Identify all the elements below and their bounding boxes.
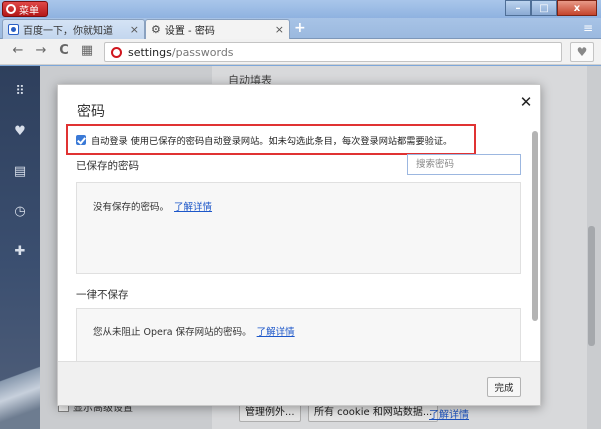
never-empty-text: 您从未阻止 Opera 保存网站的密码。 bbox=[93, 327, 252, 338]
gear-icon: ⚙ bbox=[151, 23, 161, 36]
saved-empty-text: 没有保存的密码。 bbox=[93, 202, 170, 213]
passwords-dialog: 密码 ✕ 自动登录 使用已保存的密码自动登录网站。如未勾选此条目，每次登录网站都… bbox=[57, 84, 541, 406]
window-titlebar: 菜单 – □ x bbox=[0, 0, 601, 18]
new-tab-button[interactable]: + bbox=[294, 20, 306, 36]
tab-settings-passwords[interactable]: ⚙ 设置 - 密码 × bbox=[145, 19, 290, 39]
dialog-scrollbar[interactable] bbox=[532, 131, 538, 321]
bookmark-heart-button[interactable]: ♥ bbox=[570, 42, 594, 62]
url-input[interactable]: settings/passwords bbox=[104, 42, 562, 62]
baidu-favicon-icon bbox=[8, 24, 19, 35]
opera-menu-button[interactable]: 菜单 bbox=[2, 1, 48, 17]
dialog-footer: 完成 bbox=[58, 361, 540, 405]
done-button[interactable]: 完成 bbox=[487, 377, 521, 397]
saved-passwords-list: 没有保存的密码。 了解详情 bbox=[76, 182, 521, 274]
tab-baidu[interactable]: 百度一下，你就知道 × bbox=[2, 19, 145, 39]
never-save-heading: 一律不保存 bbox=[76, 289, 129, 301]
address-bar: ← → C ▦ settings/passwords ♥ bbox=[0, 39, 601, 65]
never-empty-message: 您从未阻止 Opera 保存网站的密码。 了解详情 bbox=[93, 324, 295, 338]
maximize-button[interactable]: □ bbox=[531, 0, 557, 16]
tab-strip: 百度一下，你就知道 × ⚙ 设置 - 密码 × + ≡ bbox=[0, 18, 601, 39]
minimize-button[interactable]: – bbox=[505, 0, 531, 16]
dialog-title: 密码 bbox=[77, 104, 105, 120]
speed-dial-icon[interactable]: ⠿ bbox=[12, 84, 28, 100]
auto-signin-label: 自动登录 使用已保存的密码自动登录网站。如未勾选此条目，每次登录网站都需要验证。 bbox=[91, 136, 453, 147]
history-icon[interactable]: ◷ bbox=[12, 204, 28, 220]
saved-passwords-heading: 已保存的密码 bbox=[76, 160, 139, 172]
back-icon[interactable]: ← bbox=[10, 43, 26, 59]
heart-icon: ♥ bbox=[576, 45, 588, 59]
speed-dial-grid-icon[interactable]: ▦ bbox=[79, 43, 95, 59]
wallpaper-mountain bbox=[0, 339, 40, 429]
saved-learn-more-link[interactable]: 了解详情 bbox=[174, 202, 212, 213]
never-save-list: 您从未阻止 Opera 保存网站的密码。 了解详情 bbox=[76, 308, 521, 368]
window-controls: – □ x bbox=[505, 0, 597, 16]
tab-close-icon[interactable]: × bbox=[275, 23, 284, 36]
close-icon[interactable]: ✕ bbox=[519, 95, 533, 110]
opera-logo-icon bbox=[6, 4, 16, 14]
window-close-button[interactable]: x bbox=[557, 0, 597, 16]
auto-signin-checkbox[interactable] bbox=[76, 135, 86, 145]
sidebar: ⠿ ♥ ▤ ◷ ✚ bbox=[0, 66, 40, 429]
url-path: /passwords bbox=[171, 45, 234, 59]
forward-icon[interactable]: → bbox=[33, 43, 49, 59]
search-passwords-input[interactable] bbox=[407, 154, 521, 175]
tab-close-icon[interactable]: × bbox=[130, 23, 139, 36]
never-learn-more-link[interactable]: 了解详情 bbox=[257, 327, 295, 338]
opera-badge-icon bbox=[111, 46, 122, 58]
tab-title: 设置 - 密码 bbox=[164, 26, 215, 37]
saved-empty-message: 没有保存的密码。 了解详情 bbox=[93, 199, 212, 213]
url-host: settings bbox=[128, 45, 172, 59]
heart-icon[interactable]: ♥ bbox=[12, 124, 28, 140]
tab-title: 百度一下，你就知道 bbox=[23, 26, 113, 37]
extensions-icon[interactable]: ✚ bbox=[12, 244, 28, 260]
opera-menu-label: 菜单 bbox=[19, 5, 39, 17]
reload-icon[interactable]: C bbox=[56, 43, 72, 59]
tab-menu-icon[interactable]: ≡ bbox=[583, 21, 593, 35]
news-icon[interactable]: ▤ bbox=[12, 164, 28, 180]
